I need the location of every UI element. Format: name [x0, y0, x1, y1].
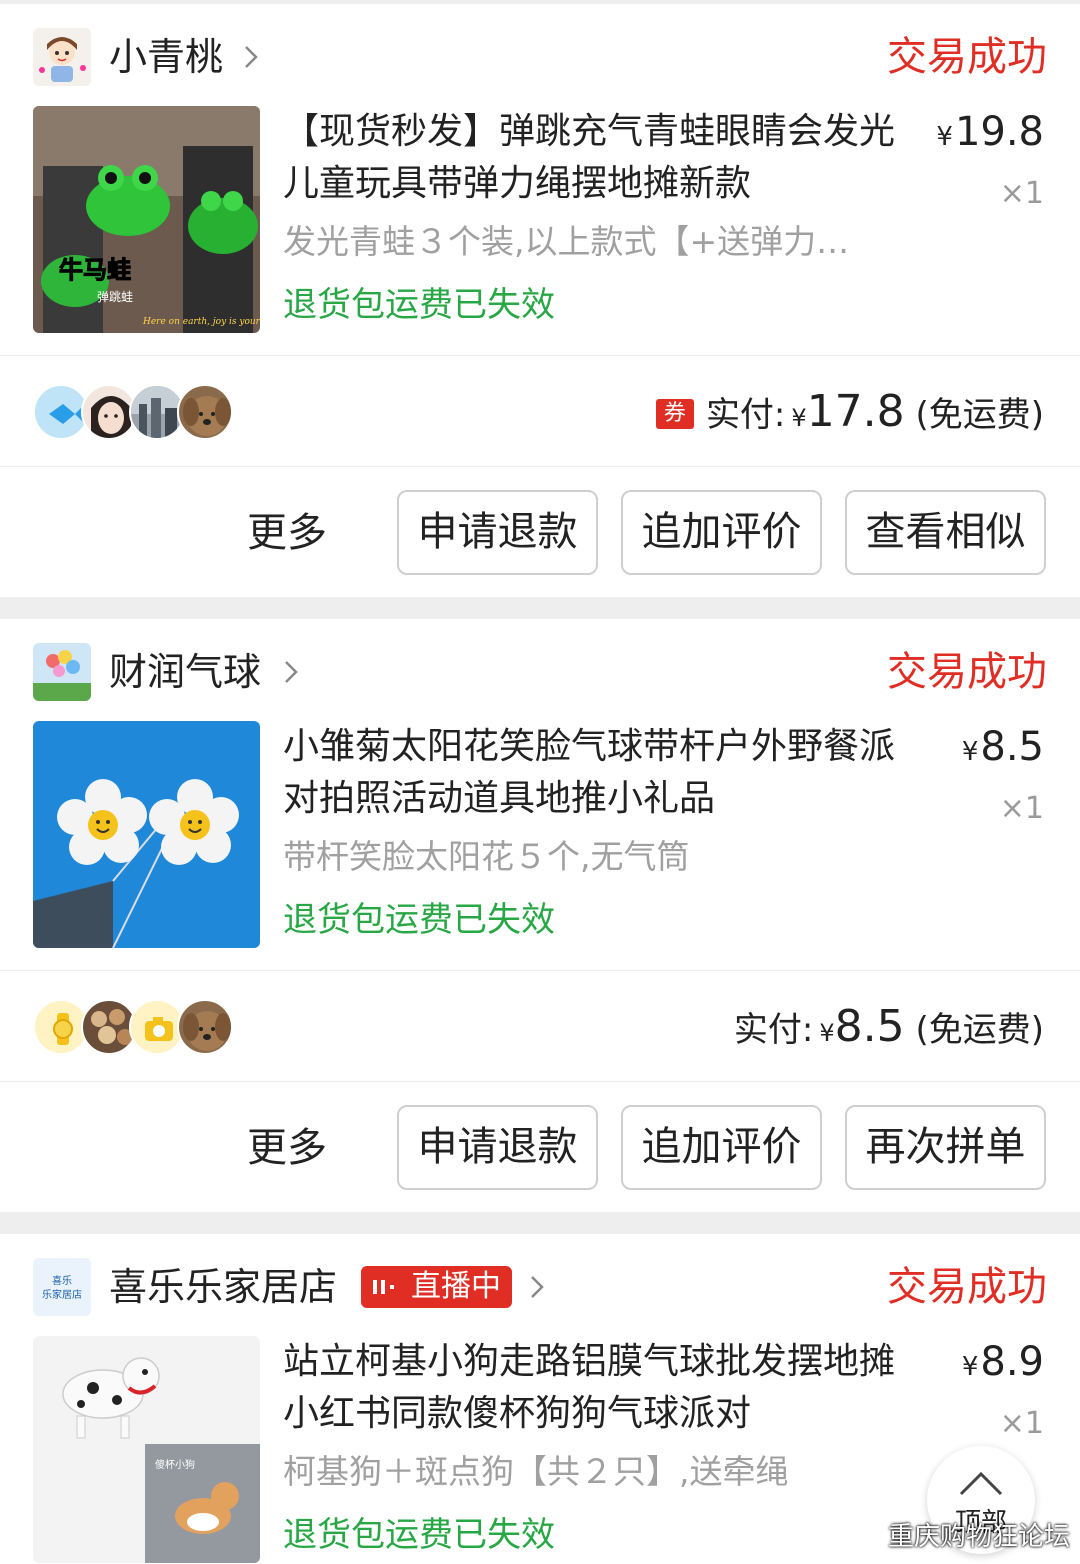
avatar — [177, 384, 233, 440]
divider — [0, 355, 1080, 356]
product-thumbnail[interactable] — [33, 721, 260, 948]
shop-header[interactable]: 财润气球 交易成功 — [0, 619, 1080, 719]
refund-shipping-note: 退货包运费已失效 — [283, 285, 555, 325]
buyer-avatars — [33, 384, 233, 440]
shop-logo-text-top: 喜乐 — [52, 1274, 72, 1287]
reorder-group-button[interactable]: 再次拼单 — [845, 1105, 1046, 1190]
order-status: 交易成功 — [887, 649, 1047, 695]
product-thumbnail[interactable]: 牛马蛙 弹跳蛙 Here on earth, joy is yours — [33, 106, 260, 333]
quantity: ×1 — [999, 176, 1044, 211]
chevron-right-icon[interactable] — [243, 44, 259, 70]
product-spec: 带杆笑脸太阳花５个,无气筒 — [283, 837, 690, 876]
order-card: 喜乐 乐家居店 喜乐乐家居店 直播中 交易成功 傻杯小狗 站立柯基小狗走路铝膜气… — [0, 1234, 1080, 1564]
add-review-button[interactable]: 追加评价 — [621, 1105, 822, 1190]
buyer-avatars — [33, 999, 233, 1055]
add-review-button[interactable]: 追加评价 — [621, 490, 822, 575]
unit-price: ¥8.5 — [961, 724, 1044, 770]
view-similar-button[interactable]: 查看相似 — [845, 490, 1046, 575]
refund-shipping-note: 退货包运费已失效 — [283, 1515, 555, 1555]
thumb-caption: Here on earth, joy is yours — [142, 317, 260, 327]
shop-name[interactable]: 财润气球 — [109, 649, 261, 695]
shop-name[interactable]: 喜乐乐家居店 — [109, 1264, 337, 1310]
quantity: ×1 — [999, 1406, 1044, 1441]
divider — [0, 1081, 1080, 1082]
order-card: 小青桃 交易成功 牛马蛙 弹跳蛙 Here on earth, joy is y… — [0, 4, 1080, 597]
chevron-right-icon[interactable] — [529, 1274, 545, 1300]
request-refund-button[interactable]: 申请退款 — [397, 1105, 598, 1190]
shop-avatar[interactable] — [33, 643, 91, 701]
refund-shipping-note: 退货包运费已失效 — [283, 900, 555, 940]
product-spec: 柯基狗＋斑点狗【共２只】,送牵绳 — [283, 1452, 789, 1491]
unit-price: ¥8.9 — [961, 1339, 1044, 1385]
shop-name[interactable]: 小青桃 — [109, 34, 223, 80]
unit-price: ¥19.8 — [936, 109, 1044, 155]
shop-avatar[interactable] — [33, 28, 91, 86]
product-title[interactable]: 小雏菊太阳花笑脸气球带杆户外野餐派对拍照活动道具地推小礼品 — [283, 721, 923, 825]
shop-logo-text-bottom: 乐家居店 — [42, 1288, 82, 1301]
avatar — [177, 999, 233, 1055]
chevron-right-icon[interactable] — [283, 659, 299, 685]
more-button[interactable]: 更多 — [247, 1123, 327, 1173]
coupon-icon: 券 — [655, 399, 694, 429]
product-thumbnail[interactable]: 傻杯小狗 — [33, 1336, 260, 1563]
order-status: 交易成功 — [887, 34, 1047, 80]
quantity: ×1 — [999, 791, 1044, 826]
thumb-text-small: 弹跳蛙 — [97, 290, 133, 304]
product-title[interactable]: 站立柯基小狗走路铝膜气球批发摆地摊小红书同款傻杯狗狗气球派对 — [283, 1336, 923, 1440]
paid-amount: 券实付: ¥17.8 (免运费) — [655, 386, 1044, 444]
arrow-up-icon — [959, 1471, 1003, 1496]
shop-avatar[interactable]: 喜乐 乐家居店 — [33, 1258, 91, 1316]
divider — [0, 970, 1080, 971]
watermark: 重庆购物狂论坛 — [887, 1522, 1070, 1552]
product-title[interactable]: 【现货秒发】弹跳充气青蛙眼睛会发光儿童玩具带弹力绳摆地摊新款 — [283, 106, 923, 210]
paid-amount: 实付: ¥8.5 (免运费) — [733, 1001, 1044, 1052]
live-badge[interactable]: 直播中 — [361, 1266, 512, 1308]
product-spec: 发光青蛙３个装,以上款式【+送弹力… — [283, 222, 850, 261]
shop-header[interactable]: 小青桃 交易成功 — [0, 4, 1080, 104]
thumb-text-big: 牛马蛙 — [59, 256, 131, 284]
thumb-text: 傻杯小狗 — [155, 1458, 195, 1471]
divider — [0, 466, 1080, 467]
shop-header[interactable]: 喜乐 乐家居店 喜乐乐家居店 直播中 交易成功 — [0, 1234, 1080, 1334]
live-bars-icon — [373, 1280, 394, 1294]
more-button[interactable]: 更多 — [247, 508, 327, 558]
order-status: 交易成功 — [887, 1264, 1047, 1310]
order-card: 财润气球 交易成功 小雏菊太阳花笑脸气球带杆户外野餐派对拍照活动道具地推小礼品 — [0, 619, 1080, 1212]
request-refund-button[interactable]: 申请退款 — [397, 490, 598, 575]
